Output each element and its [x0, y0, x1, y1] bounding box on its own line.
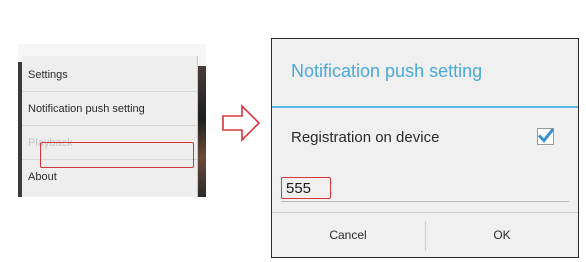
options-menu: Settings Notification push setting Playb…: [22, 56, 198, 197]
ok-button[interactable]: OK: [426, 213, 578, 257]
tutorial-figure: Settings Notification push setting Playb…: [0, 0, 586, 262]
registration-label: Registration on device: [291, 129, 440, 146]
registration-checkbox[interactable]: [537, 128, 554, 145]
notification-push-setting-dialog: Notification push setting Registration o…: [271, 38, 579, 258]
highlight-box: [40, 142, 194, 168]
background-photo-strip: [197, 66, 206, 197]
options-menu-screenshot: Settings Notification push setting Playb…: [18, 44, 206, 197]
highlight-box: [281, 177, 331, 199]
title-divider: [272, 106, 578, 108]
menu-item-settings[interactable]: Settings: [22, 58, 197, 92]
menu-item-notification-push-setting[interactable]: Notification push setting: [22, 92, 197, 126]
cancel-button[interactable]: Cancel: [272, 213, 424, 257]
dialog-title: Notification push setting: [291, 61, 483, 81]
field-underline: [281, 201, 569, 202]
right-arrow-icon: [222, 104, 261, 142]
